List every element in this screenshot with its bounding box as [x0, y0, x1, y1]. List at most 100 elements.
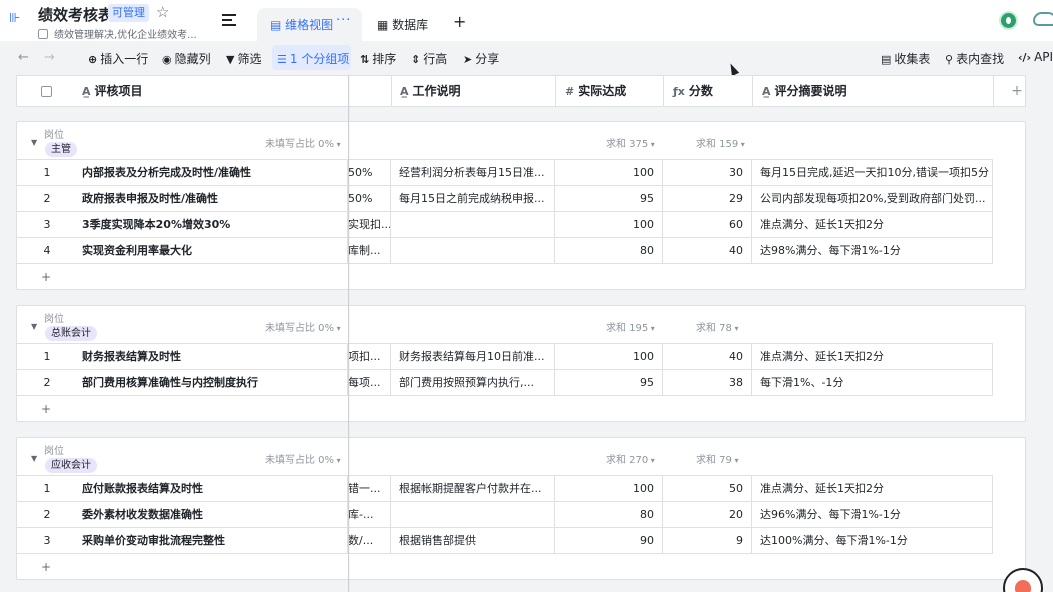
collapse-caret-icon[interactable]: ▼	[31, 138, 37, 147]
empty-ratio-stat[interactable]: 未填写占比 0%	[265, 451, 341, 466]
cell-item[interactable]: 实现资金利用率最大化	[77, 238, 348, 263]
cell-item[interactable]: 采购单价变动审批流程完整性	[77, 528, 348, 553]
table-row[interactable]: 3 3季度实现降本20%增效30% 实现扣... 100 60 准点满分、延长1天扣2分	[17, 212, 993, 238]
cell-work[interactable]	[391, 212, 555, 237]
column-header-item[interactable]: A̲ 评核项目	[77, 76, 349, 106]
cell-achieved[interactable]: 100	[555, 160, 663, 185]
cell-item[interactable]: 财务报表结算及时性	[77, 344, 348, 369]
tab-grid-view-label[interactable]: ▤ 维格视图	[270, 16, 333, 33]
cell-work[interactable]: 财务报表结算每月10日前准...	[391, 344, 555, 369]
cell-score[interactable]: 29	[663, 186, 752, 211]
empty-ratio-stat[interactable]: 未填写占比 0%	[265, 319, 341, 334]
cell-item[interactable]: 委外素材收发数据准确性	[77, 502, 348, 527]
cell-score[interactable]: 50	[663, 476, 752, 501]
cell-hidden[interactable]: 50%	[348, 186, 391, 211]
select-all-checkbox[interactable]	[41, 86, 52, 97]
cell-summary[interactable]: 准点满分、延长1天扣2分	[752, 212, 993, 237]
sort-button[interactable]: ⇅ 排序	[360, 50, 396, 67]
collapse-sidebar-icon[interactable]: ⊪	[9, 12, 23, 26]
cell-hidden[interactable]: 项扣...	[348, 344, 391, 369]
cell-score[interactable]: 9	[663, 528, 752, 553]
cell-score[interactable]: 30	[663, 160, 752, 185]
cell-work[interactable]: 每月15日之前完成纳税申报...	[391, 186, 555, 211]
add-column-button[interactable]: +	[1009, 76, 1025, 106]
table-row[interactable]: 4 实现资金利用率最大化 库制... 80 40 达98%满分、每下滑1%-1分	[17, 238, 993, 264]
cell-hidden[interactable]: 库制...	[348, 238, 391, 263]
cell-hidden[interactable]: 50%	[348, 160, 391, 185]
column-header-score[interactable]: ƒx 分数	[664, 76, 753, 106]
api-button[interactable]: ‹/› API	[1018, 50, 1053, 64]
share-button[interactable]: ➤ 分享	[463, 50, 499, 67]
cell-item[interactable]: 3季度实现降本20%增效30%	[77, 212, 348, 237]
cell-summary[interactable]: 准点满分、延长1天扣2分	[752, 344, 993, 369]
cell-work[interactable]: 根据销售部提供	[391, 528, 555, 553]
cell-achieved[interactable]: 90	[555, 528, 663, 553]
cell-item[interactable]: 应付账款报表结算及时性	[77, 476, 348, 501]
cell-score[interactable]: 38	[663, 370, 752, 395]
cell-score[interactable]: 40	[663, 238, 752, 263]
cell-summary[interactable]: 每月15日完成,延迟一天扣10分,错误一项扣5分	[752, 160, 993, 185]
cell-work[interactable]: 根据帐期提醒客户付款并在...	[391, 476, 555, 501]
column-header-achieved[interactable]: # 实际达成	[556, 76, 664, 106]
tab-database[interactable]: ▦ 数据库	[377, 16, 428, 33]
sum-achieved-stat[interactable]: 求和 375	[606, 135, 655, 150]
cell-summary[interactable]: 公司内部发现每项扣20%,受到政府部门处罚...	[752, 186, 993, 211]
column-header-work[interactable]: A̲ 工作说明	[392, 76, 556, 106]
table-row[interactable]: 2 部门费用核算准确性与内控制度执行 每项... 部门费用按照预算内执行,... 95 3…	[17, 370, 993, 396]
cell-achieved[interactable]: 100	[555, 476, 663, 501]
cell-hidden[interactable]: 错一...	[348, 476, 391, 501]
column-header-summary[interactable]: A̲ 评分摘要说明	[753, 76, 994, 106]
cell-work[interactable]: 经营利润分析表每月15日准...	[391, 160, 555, 185]
cell-item[interactable]: 政府报表申报及时性/准确性	[77, 186, 348, 211]
cell-summary[interactable]: 准点满分、延长1天扣2分	[752, 476, 993, 501]
cell-item[interactable]: 内部报表及分析完成及时性/准确性	[77, 160, 348, 185]
sum-achieved-stat[interactable]: 求和 270	[606, 451, 655, 466]
insert-row-button[interactable]: ⊕ 插入一行	[88, 50, 148, 67]
avatar[interactable]	[999, 11, 1018, 30]
cell-achieved[interactable]: 95	[555, 370, 663, 395]
cell-work[interactable]	[391, 238, 555, 263]
collapse-caret-icon[interactable]: ▼	[31, 454, 37, 463]
cell-achieved[interactable]: 80	[555, 238, 663, 263]
add-row-button[interactable]: +	[41, 560, 51, 574]
undo-icon[interactable]: ←	[18, 50, 29, 65]
doc-description[interactable]: 绩效管理解决,优化企业绩效考...	[38, 26, 197, 41]
star-icon[interactable]: ☆	[156, 3, 169, 21]
hide-fields-button[interactable]: ◉ 隐藏列	[162, 50, 211, 67]
add-view-button[interactable]: +	[453, 12, 466, 31]
cell-score[interactable]: 20	[663, 502, 752, 527]
cloud-sync-icon[interactable]	[1033, 12, 1053, 26]
column-header-hidden[interactable]	[349, 76, 392, 106]
cell-score[interactable]: 60	[663, 212, 752, 237]
empty-ratio-stat[interactable]: 未填写占比 0%	[265, 135, 341, 150]
table-row[interactable]: 2 政府报表申报及时性/准确性 50% 每月15日之前完成纳税申报... 95 29 公司内…	[17, 186, 993, 212]
sum-score-stat[interactable]: 求和 159	[696, 135, 745, 150]
cell-achieved[interactable]: 100	[555, 212, 663, 237]
cell-work[interactable]: 部门费用按照预算内执行,...	[391, 370, 555, 395]
cell-summary[interactable]: 达96%满分、每下滑1%-1分	[752, 502, 993, 527]
cell-summary[interactable]: 达98%满分、每下滑1%-1分	[752, 238, 993, 263]
cell-hidden[interactable]: 每项...	[348, 370, 391, 395]
sum-score-stat[interactable]: 求和 79	[696, 451, 738, 466]
row-height-button[interactable]: ⇕ 行高	[411, 50, 447, 67]
table-row[interactable]: 1 内部报表及分析完成及时性/准确性 50% 经营利润分析表每月15日准... 100 3…	[17, 160, 993, 186]
cell-hidden[interactable]: 实现扣...	[348, 212, 391, 237]
cell-summary[interactable]: 达100%满分、每下滑1%-1分	[752, 528, 993, 553]
cell-hidden[interactable]: 库-...	[348, 502, 391, 527]
filter-button[interactable]: ▼ 筛选	[226, 50, 261, 67]
add-row-button[interactable]: +	[41, 270, 51, 284]
table-row[interactable]: 1 财务报表结算及时性 项扣... 财务报表结算每月10日前准... 100 40 准点满分…	[17, 344, 993, 370]
cell-achieved[interactable]: 100	[555, 344, 663, 369]
cell-summary[interactable]: 每下滑1%、-1分	[752, 370, 993, 395]
cell-item[interactable]: 部门费用核算准确性与内控制度执行	[77, 370, 348, 395]
redo-icon[interactable]: →	[44, 50, 55, 65]
cell-work[interactable]	[391, 502, 555, 527]
find-button[interactable]: ⚲ 表内查找	[945, 50, 1004, 67]
view-list-icon[interactable]	[222, 14, 236, 26]
table-row[interactable]: 1 应付账款报表结算及时性 错一... 根据帐期提醒客户付款并在... 100 50 准点满…	[17, 476, 993, 502]
group-button[interactable]: ☰ 1 个分组项	[277, 50, 349, 67]
add-row-button[interactable]: +	[41, 402, 51, 416]
table-row[interactable]: 2 委外素材收发数据准确性 库-... 80 20 达96%满分、每下滑1%-1分	[17, 502, 993, 528]
collapse-caret-icon[interactable]: ▼	[31, 322, 37, 331]
cell-achieved[interactable]: 95	[555, 186, 663, 211]
